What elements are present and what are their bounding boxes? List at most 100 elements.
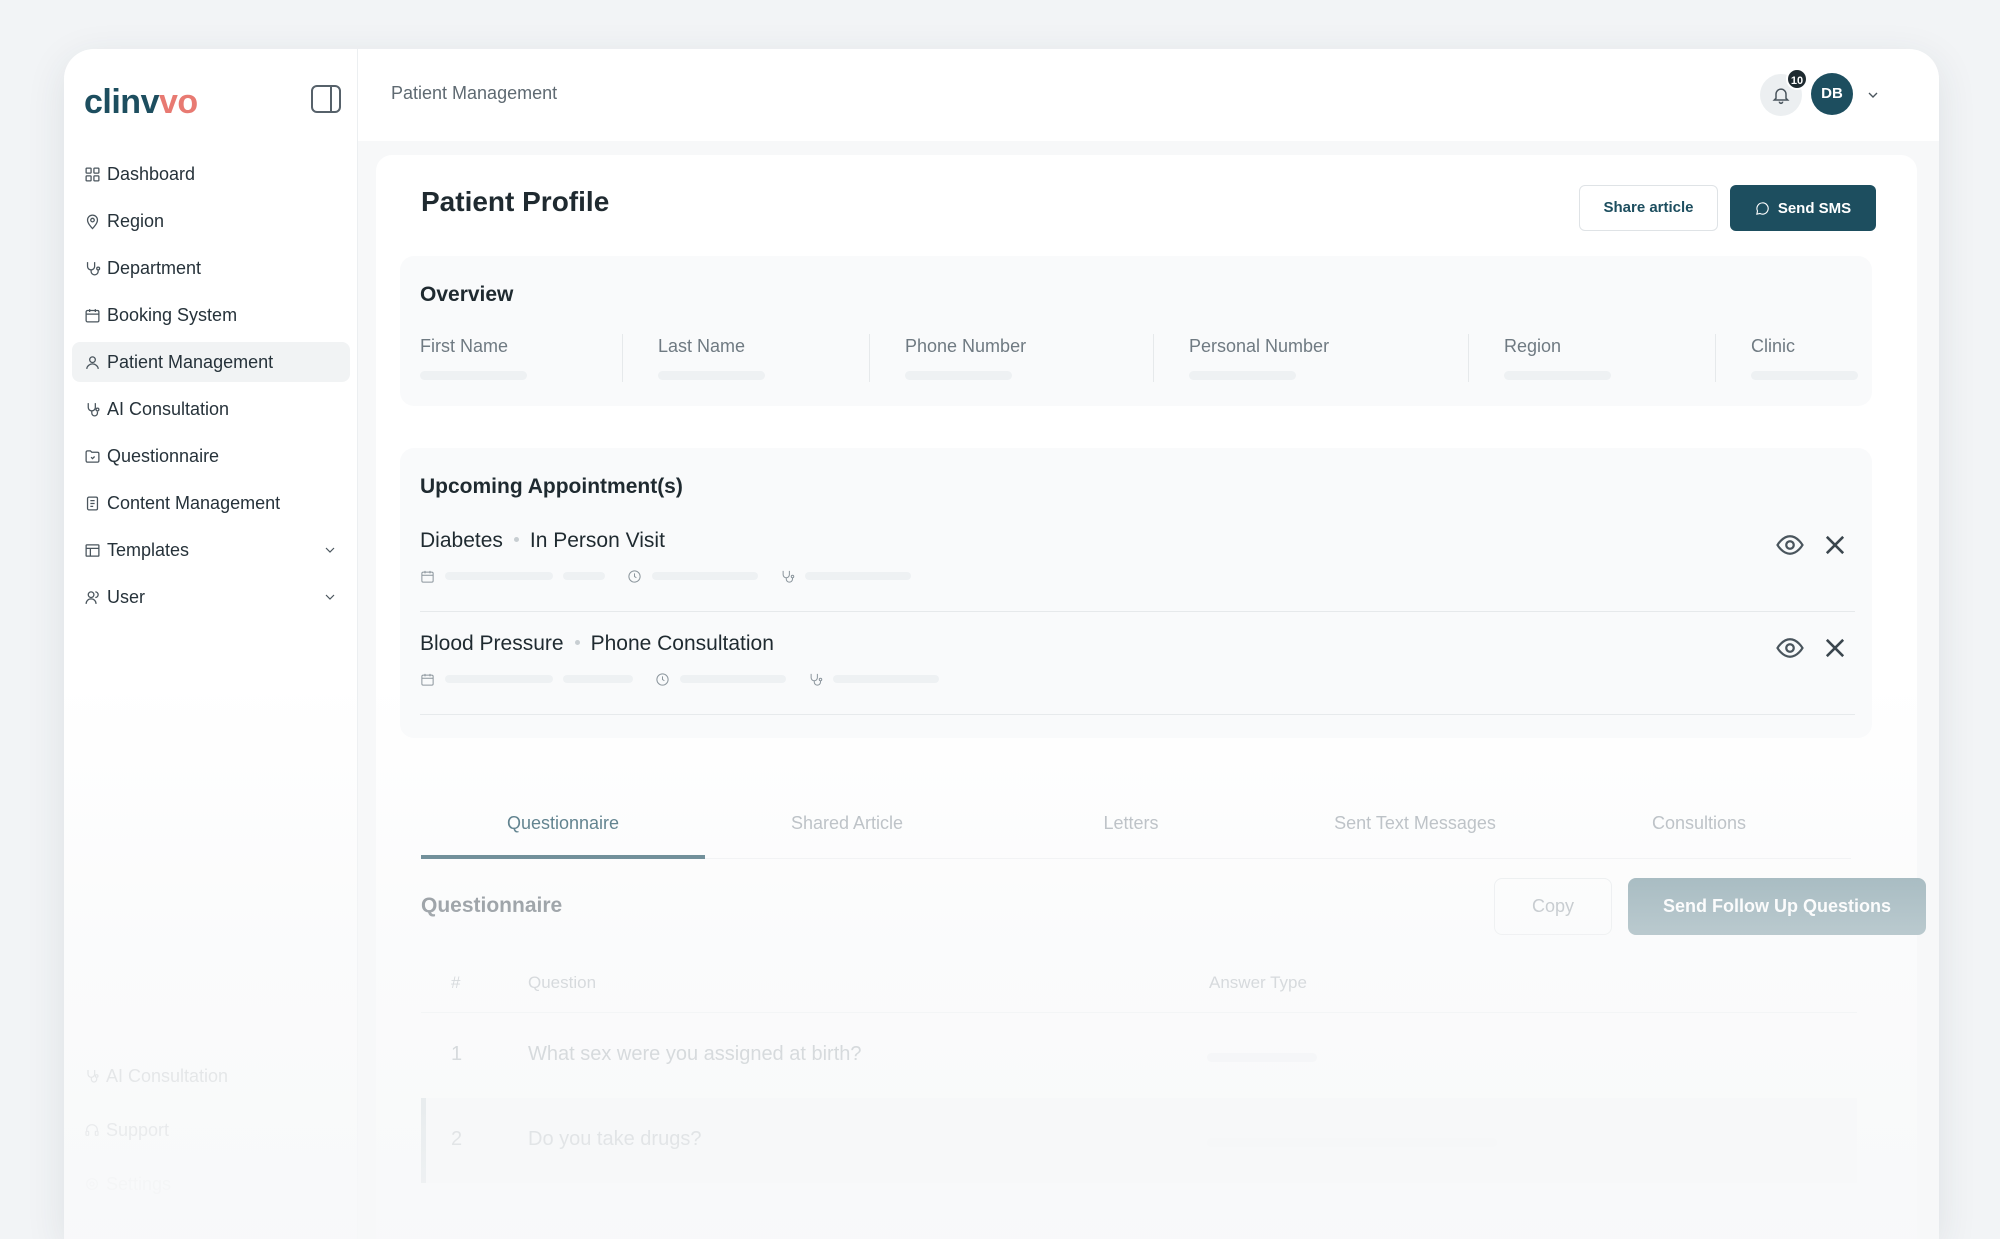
sidebar-item-region[interactable]: Region [72, 201, 350, 241]
field-last-name: Last Name [658, 336, 765, 382]
copy-button[interactable]: Copy [1494, 878, 1612, 935]
sidebar-item-questionnaire[interactable]: Questionnaire [72, 436, 350, 476]
field-region: Region [1504, 336, 1611, 382]
headset-icon [85, 1124, 99, 1136]
field-label: Phone Number [905, 336, 1027, 356]
field-value-placeholder [1504, 371, 1611, 380]
tab-consultions[interactable]: Consultions [1557, 807, 1841, 859]
tab-questionnaire[interactable]: Questionnaire [421, 807, 705, 859]
date-placeholder [563, 572, 605, 580]
row-number: 1 [451, 1043, 463, 1065]
field-first-name: First Name [420, 336, 527, 382]
table-row[interactable]: 2 Do you take drugs? [421, 1098, 1857, 1183]
sidebar-item-label: Region [107, 210, 165, 231]
field-value-placeholder [1751, 371, 1858, 380]
sidebar-item-label: Questionnaire [107, 445, 220, 466]
view-appointment-button[interactable] [1775, 530, 1805, 560]
stethoscope-icon [810, 673, 823, 686]
field-label: Last Name [658, 336, 746, 356]
app-window: clinvvo Dashboard Region Department Book… [64, 49, 1939, 1239]
sidebar-item-label: Content Management [107, 492, 281, 513]
sidebar-item-label: Patient Management [107, 351, 274, 372]
page-title: Patient Profile [421, 186, 610, 217]
row-number: 2 [451, 1128, 463, 1150]
send-sms-button[interactable]: Send SMS [1730, 185, 1876, 231]
sidebar-bottom-label: Support [106, 1119, 170, 1140]
sidebar-item-label: AI Consultation [107, 398, 230, 419]
cancel-appointment-button[interactable] [1821, 634, 1849, 662]
field-label: First Name [420, 336, 509, 356]
stethoscope-icon [782, 570, 795, 583]
appointment-meta [420, 568, 911, 584]
sidebar-bottom-settings[interactable]: Settings [84, 1169, 334, 1199]
field-label: Personal Number [1189, 336, 1330, 356]
sidebar-item-department[interactable]: Department [72, 248, 350, 288]
sidebar-bottom-support[interactable]: Support [84, 1115, 334, 1145]
bell-icon [1772, 88, 1790, 105]
questionnaire-heading: Questionnaire [421, 894, 563, 917]
field-label: Region [1504, 336, 1562, 356]
field-clinic: Clinic [1751, 336, 1858, 382]
field-personal-number: Personal Number [1189, 336, 1329, 382]
eye-icon [1776, 638, 1804, 658]
column-header-number: # [451, 973, 461, 992]
separator-dot [574, 640, 580, 645]
sidebar-toggle-button[interactable] [311, 85, 341, 113]
appointment-meta [420, 671, 939, 687]
sidebar-item-user[interactable]: User [72, 577, 350, 617]
notification-badge: 10 [1786, 68, 1808, 90]
chevron-down-icon[interactable] [322, 542, 338, 558]
appointment-condition: Diabetes [420, 529, 503, 552]
calendar-icon [421, 570, 434, 583]
notifications-button[interactable]: 10 [1760, 68, 1808, 116]
main-content: Patient Profile Share article Send SMS O… [376, 155, 1926, 1239]
grid-icon [85, 166, 100, 182]
view-appointment-button[interactable] [1775, 633, 1805, 663]
logo[interactable]: clinvvo [84, 83, 198, 122]
time-placeholder [652, 572, 758, 580]
calendar-icon [421, 673, 434, 686]
answer-type-placeholder [1207, 1138, 1497, 1147]
sidebar-bottom-ai-consultation[interactable]: AI Consultation [84, 1061, 334, 1091]
chevron-down-icon[interactable] [322, 589, 338, 605]
tab-sent-text-messages[interactable]: Sent Text Messages [1273, 807, 1557, 859]
users-icon [85, 590, 99, 604]
questions-table: # Question Answer Type 1 What sex were y… [421, 953, 1857, 1183]
appointment-item: Blood Pressure Phone Consultation [420, 612, 1855, 715]
divider [1468, 334, 1469, 382]
appointment-condition: Blood Pressure [420, 632, 564, 655]
divider [622, 334, 623, 382]
tab-shared-article[interactable]: Shared Article [705, 807, 989, 859]
ai-stethoscope-icon [87, 1070, 99, 1083]
table-row[interactable]: 1 What sex were you assigned at birth? [421, 1013, 1857, 1098]
sidebar-item-label: Templates [107, 539, 190, 560]
close-icon [1825, 638, 1845, 658]
appointment-item: Diabetes In Person Visit [420, 509, 1855, 612]
close-icon [1825, 535, 1845, 555]
sidebar-item-booking-system[interactable]: Booking System [72, 295, 350, 335]
sidebar-bottom-nav: AI Consultation Support Settings [84, 1061, 334, 1223]
send-follow-up-questions-button[interactable]: Send Follow Up Questions [1628, 878, 1926, 935]
tab-letters[interactable]: Letters [989, 807, 1273, 859]
ai-stethoscope-icon [87, 402, 100, 416]
stethoscope-icon [86, 261, 101, 276]
date-placeholder [445, 675, 553, 683]
sidebar-item-label: Booking System [107, 304, 238, 325]
cancel-appointment-button[interactable] [1821, 531, 1849, 559]
sidebar-item-dashboard[interactable]: Dashboard [72, 154, 350, 194]
appointments-title: Upcoming Appointment(s) [420, 475, 683, 498]
tab-bar: Questionnaire Shared Article Letters Sen… [421, 807, 1851, 859]
avatar[interactable]: DB [1811, 73, 1853, 115]
sidebar-item-ai-consultation[interactable]: AI Consultation [72, 389, 350, 429]
chevron-down-icon[interactable] [1865, 87, 1881, 103]
sidebar-bottom-label: AI Consultation [106, 1065, 229, 1086]
share-article-button[interactable]: Share article [1579, 185, 1718, 231]
sidebar-item-patient-management[interactable]: Patient Management [72, 342, 350, 382]
row-question: What sex were you assigned at birth? [528, 1043, 862, 1065]
sidebar-item-content-management[interactable]: Content Management [72, 483, 350, 523]
sidebar-bottom-label: Settings [106, 1173, 172, 1194]
field-label: Clinic [1751, 336, 1796, 356]
sidebar-item-templates[interactable]: Templates [72, 530, 350, 570]
field-value-placeholder [1189, 371, 1296, 380]
separator-dot [513, 537, 519, 542]
